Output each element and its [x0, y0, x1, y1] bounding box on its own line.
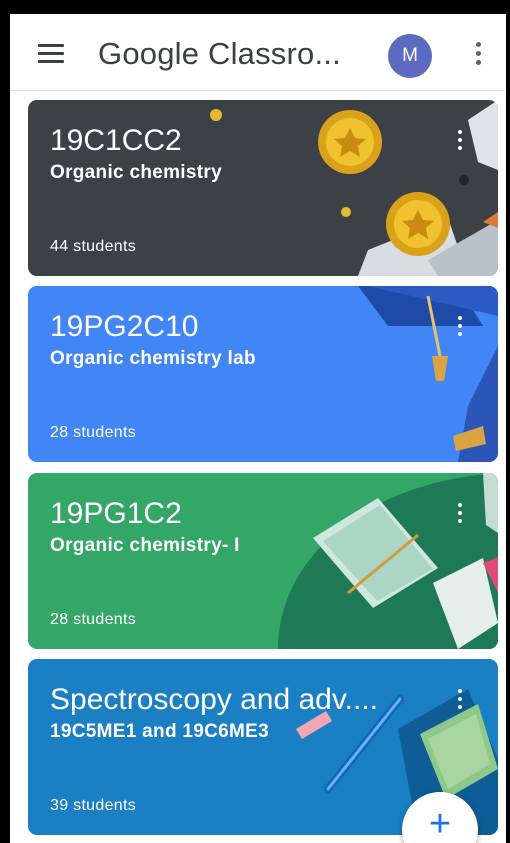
more-vert-icon[interactable] [456, 130, 466, 154]
student-count: 39 students [50, 797, 137, 814]
class-code: Spectroscopy and adv.... [50, 683, 378, 716]
avatar[interactable]: M [388, 34, 432, 78]
class-code: 19C1CC2 [50, 124, 182, 157]
class-name: Organic chemistry- I [50, 535, 240, 556]
more-vert-icon[interactable] [456, 316, 466, 340]
class-card-2[interactable]: 19PG2C10 Organic chemistry lab 28 studen… [28, 286, 498, 462]
more-vert-icon[interactable] [456, 503, 466, 527]
class-name: Organic chemistry [50, 162, 222, 183]
class-code: 19PG1C2 [50, 497, 182, 530]
app-title: Google Classro... [98, 36, 341, 71]
student-count: 28 students [50, 424, 137, 441]
student-count: 28 students [50, 611, 137, 628]
class-card-3[interactable]: 19PG1C2 Organic chemistry- I 28 students [28, 473, 498, 649]
class-card-1[interactable]: 19C1CC2 Organic chemistry 44 students [28, 100, 498, 276]
class-name: Organic chemistry lab [50, 348, 256, 369]
app-bar: Google Classro... M [10, 14, 506, 91]
class-code: 19PG2C10 [50, 310, 199, 343]
student-count: 44 students [50, 238, 137, 255]
more-vert-icon[interactable] [456, 689, 466, 713]
app-screen: Google Classro... M 19C1CC2 Organic chem… [10, 14, 506, 843]
class-name: 19C5ME1 and 19C6ME3 [50, 721, 270, 742]
add-icon: + [428, 803, 452, 843]
more-vert-icon[interactable] [474, 42, 482, 68]
hamburger-menu-icon[interactable] [38, 44, 66, 64]
